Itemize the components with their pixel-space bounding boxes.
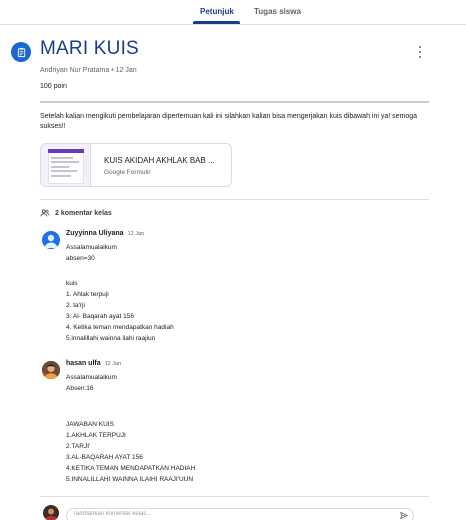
comment-line: 4. Ketika teman mendapatkan hadiah xyxy=(66,324,174,331)
section-divider xyxy=(40,199,429,200)
comment-author: Zuyyinna Uliyana 12 Jan xyxy=(66,230,145,237)
comments-count-label: 2 komentar kelas xyxy=(55,209,112,217)
comment-line: kuis xyxy=(66,280,78,287)
class-comments-header[interactable]: 2 komentar kelas xyxy=(40,208,112,218)
attachment-type: Google Formulir xyxy=(104,169,151,176)
comment-line: 3.AL-BAQARAH AYAT 156 xyxy=(66,454,143,461)
attachment-card[interactable]: KUIS AKIDAH AKHLAK BAB ... Google Formul… xyxy=(40,143,232,187)
google-form-thumbnail xyxy=(41,144,91,186)
current-user-avatar xyxy=(43,505,59,520)
add-comment-box[interactable] xyxy=(66,508,414,520)
comment-line: 2.TARJI' xyxy=(66,443,91,450)
comments-divider xyxy=(40,496,429,497)
comment-line: 5.innalillahi wainna ilahi raajiun xyxy=(66,335,156,342)
active-tab-indicator xyxy=(193,21,240,24)
assignment-description: Setelah kalian mengikuti pembelajaran di… xyxy=(40,113,418,130)
assignment-icon xyxy=(11,42,31,62)
header-divider xyxy=(40,101,429,103)
avatar xyxy=(42,231,60,249)
comment-line: 1.AKHLAK TERPUJI xyxy=(66,432,126,439)
avatar xyxy=(42,361,60,379)
comment-line: 1. Ahlak terpuji xyxy=(66,291,109,298)
assignment-points: 100 poin xyxy=(40,83,67,90)
top-nav: Petunjuk Tugas siswa xyxy=(0,0,466,25)
comment-line: 2. ta'rji xyxy=(66,302,85,309)
comment-line: Assalamualaikum xyxy=(66,374,117,381)
comment-line: Absen:16 xyxy=(66,385,94,392)
comment-line: JAWABAN KUIS xyxy=(66,421,114,428)
comment-date: 12 Jan xyxy=(104,361,122,367)
assignment-title: MARI KUIS xyxy=(40,38,139,59)
comment-date: 12 Jan xyxy=(127,231,145,237)
comment-author: hasan ulfa 12 Jan xyxy=(66,360,122,367)
tab-tugas-siswa[interactable]: Tugas siswa xyxy=(254,7,301,16)
more-options-icon[interactable] xyxy=(416,46,424,58)
attachment-title: KUIS AKIDAH AKHLAK BAB ... xyxy=(104,156,215,165)
assignment-meta: Andriyan Nur Pratama • 12 Jan xyxy=(40,67,137,74)
send-icon[interactable] xyxy=(399,511,409,520)
tab-petunjuk[interactable]: Petunjuk xyxy=(200,7,234,16)
comment-line: 4.KETIKA TEMAN MENDAPATKAN HADIAH xyxy=(66,465,196,472)
comment-line: 3. Al- Baqarah ayat 156 xyxy=(66,313,134,320)
comment-line: 5.INNALILLAHI WAINNA ILAIHI RAAJI'UUN xyxy=(66,476,194,483)
comment-line: Assalamualaikum xyxy=(66,244,117,251)
comment-line: absen=30 xyxy=(66,255,95,262)
add-comment-input[interactable] xyxy=(73,511,373,517)
people-icon xyxy=(40,209,50,217)
